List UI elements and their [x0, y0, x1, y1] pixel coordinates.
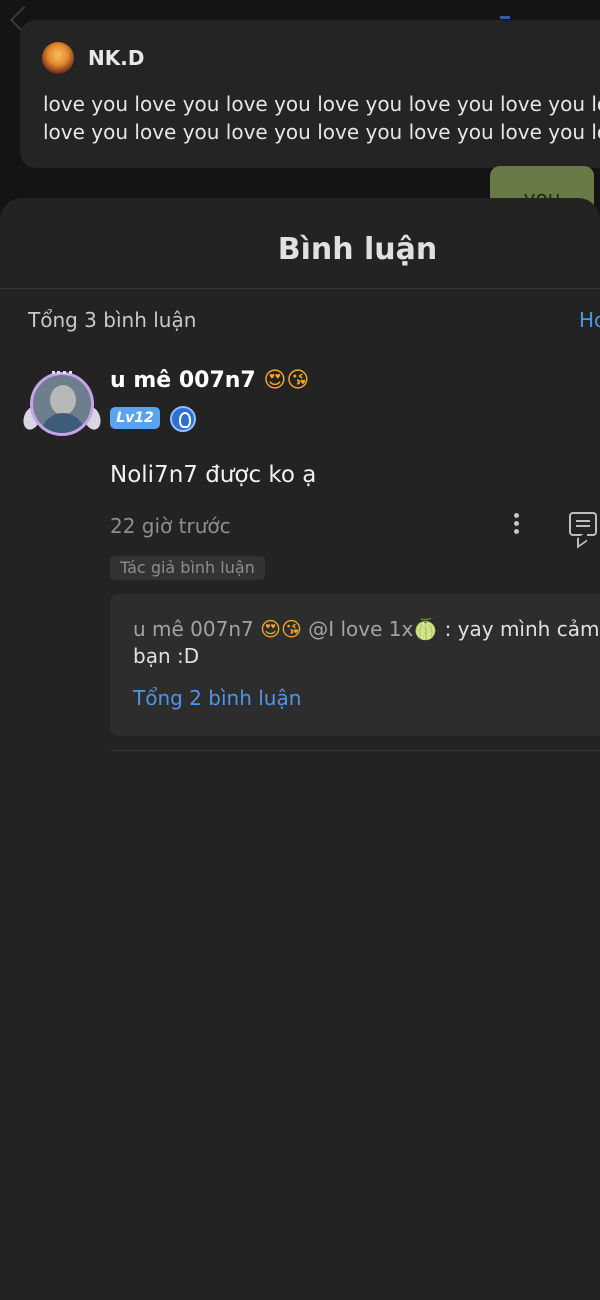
- name-emojis: 😍😘: [263, 368, 310, 393]
- reply-author-name[interactable]: u mê 007n7: [133, 617, 254, 641]
- reply-mention[interactable]: @I love 1x: [308, 617, 413, 641]
- reply-text-line-2: bạn :D: [133, 644, 200, 668]
- post-text: love you love you love you love you love…: [43, 90, 600, 146]
- reply-thread[interactable]: u mê 007n7 😍😘 @I love 1x🍈 : yay mình cảm…: [110, 594, 600, 736]
- level-badge: Lv12: [110, 407, 160, 429]
- reply-text: : yay mình cảm: [444, 617, 600, 641]
- avatar-body: [41, 413, 85, 433]
- author-tag: Tác giả bình luận: [110, 556, 265, 580]
- comment-time: 22 giờ trước: [110, 514, 231, 538]
- verified-icon: [170, 406, 196, 432]
- post-author-name[interactable]: NK.D: [88, 46, 144, 70]
- sheet-title-text: Bình luận: [277, 232, 438, 267]
- avatar-face: [50, 385, 76, 415]
- reply-icon[interactable]: [569, 512, 597, 536]
- post-author-avatar[interactable]: [42, 42, 74, 74]
- post-card[interactable]: NK.D love you love you love you love you…: [20, 20, 600, 168]
- commenter-name[interactable]: u mê 007n7 😍😘: [110, 368, 309, 393]
- sheet-title: Bình luận: [0, 232, 600, 267]
- reply-name-emojis: 😍😘: [260, 617, 302, 641]
- post-text-line-1: love you love you love you love you love…: [43, 92, 600, 116]
- background-chat-area: NK.D love you love you love you love you…: [0, 0, 600, 220]
- total-comments-count: Tổng 3 bình luận: [28, 308, 197, 332]
- view-replies-link[interactable]: Tổng 2 bình luận: [133, 686, 301, 710]
- comments-sheet: Bình luận Tổng 3 bình luận Ho u mê 007n7…: [0, 198, 600, 1300]
- comment-text: Noli7n7 được ko ạ: [110, 462, 317, 488]
- commenter-avatar[interactable]: [20, 366, 104, 442]
- more-options-icon[interactable]: [505, 510, 527, 540]
- commenter-name-text: u mê 007n7: [110, 368, 256, 393]
- reply-first-line: u mê 007n7 😍😘 @I love 1x🍈 : yay mình cảm: [133, 616, 600, 643]
- avatar-crown-icon: [52, 366, 72, 374]
- divider: [0, 288, 600, 289]
- post-text-line-2: love you love you love you love you love…: [43, 120, 600, 144]
- lime-emoji: 🍈: [413, 617, 439, 641]
- sort-link[interactable]: Ho: [579, 308, 600, 332]
- indicator-mark: [500, 16, 510, 19]
- avatar-frame: [30, 372, 94, 436]
- comment-divider: [110, 750, 600, 751]
